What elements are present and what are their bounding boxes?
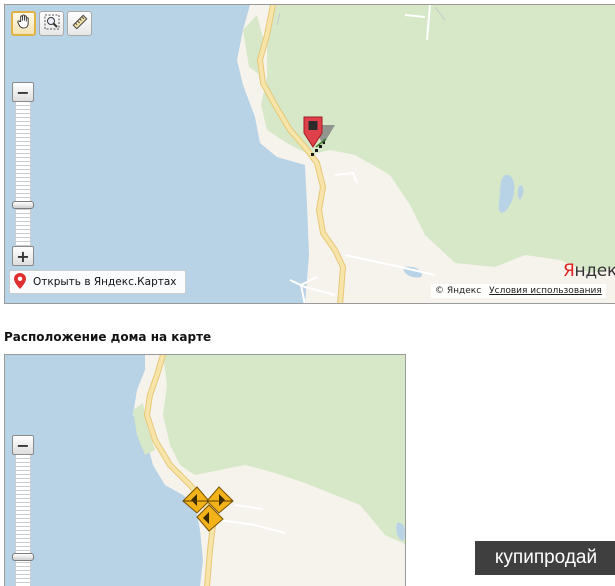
zoom-rectangle-icon [44,14,60,34]
zoom-control-bottom: − [12,435,34,586]
map-top[interactable]: − + Открыть в Яндекс.Картах Яндекс © Янд… [4,4,615,304]
hand-icon [16,14,31,33]
map-pin-icon [14,272,26,292]
ruler-icon [72,14,88,34]
zoom-out-button-bottom[interactable]: − [12,435,34,455]
house-marker[interactable] [179,483,237,539]
yandex-logo: Яндекс [563,261,615,281]
map-toolbar [11,11,92,36]
minus-icon: − [16,435,30,455]
zoom-out-button[interactable]: − [12,82,34,102]
open-in-yandex-maps-button[interactable]: Открыть в Яндекс.Картах [9,270,186,294]
zoom-slider-thumb[interactable] [12,201,34,209]
zoom-slider-thumb-bottom[interactable] [12,553,34,561]
ruler-tool-button[interactable] [67,11,92,36]
zoom-rectangle-tool-button[interactable] [39,11,64,36]
map-bottom[interactable]: − [4,354,406,586]
watermark-text: купипродай [494,547,598,568]
plus-icon: + [16,246,30,266]
terms-of-use-link[interactable]: Условия использования [489,286,602,296]
zoom-control: − + [12,82,34,267]
location-marker[interactable] [301,115,341,169]
map-terrain-bottom [5,355,405,586]
copyright-text: © Яндекс [435,286,482,296]
pan-tool-button[interactable] [11,11,36,36]
zoom-slider-track[interactable] [15,102,31,246]
zoom-slider-track-bottom[interactable] [15,455,31,586]
open-in-yandex-label: Открыть в Яндекс.Картах [33,276,177,288]
map-attribution: © Яндекс Условия использования [431,284,606,298]
zoom-in-button[interactable]: + [12,246,34,266]
yandex-logo-first-letter: Я [563,261,575,281]
yandex-logo-rest: ндекс [574,261,615,281]
minus-icon: − [16,82,30,102]
kupiprodai-watermark: купипродай [475,541,615,575]
section-title: Расположение дома на карте [4,330,212,344]
